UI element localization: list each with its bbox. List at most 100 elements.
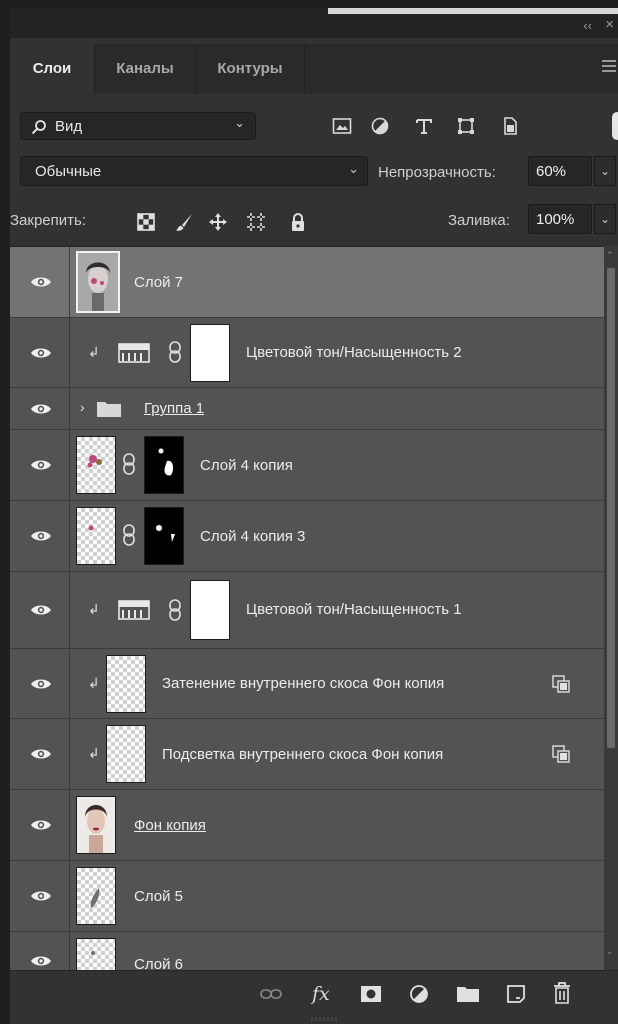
layer-row[interactable]: Слой 7 xyxy=(10,247,604,318)
layer-name[interactable]: Затенение внутреннего скоса Фон копия xyxy=(162,675,444,692)
visibility-toggle[interactable] xyxy=(10,719,70,789)
mask-image xyxy=(158,448,174,476)
layer-thumbnail[interactable] xyxy=(76,507,116,565)
filter-kind-select[interactable]: Вид ⌄ xyxy=(20,112,256,140)
collapse-panel-button[interactable]: ‹‹ xyxy=(583,18,592,33)
flower-image xyxy=(87,455,102,468)
layer-mask-thumbnail[interactable] xyxy=(190,580,230,640)
layer-thumbnail[interactable] xyxy=(106,725,146,783)
lock-row: Закрепить: Заливка: 100% ⌄ xyxy=(10,202,618,238)
visibility-toggle[interactable] xyxy=(10,388,70,429)
hue-saturation-icon xyxy=(118,343,150,363)
visibility-toggle[interactable] xyxy=(10,861,70,931)
layer-name[interactable]: Группа 1 xyxy=(144,400,204,417)
layer-row[interactable]: ↲ Затенение внутреннего скоса Фон копия xyxy=(10,649,604,719)
visibility-toggle[interactable] xyxy=(10,649,70,718)
new-layer-icon[interactable] xyxy=(506,984,526,1004)
type-filter-icon[interactable] xyxy=(414,116,434,136)
layer-thumbnail[interactable] xyxy=(76,938,116,970)
fill-dropdown-button[interactable]: ⌄ xyxy=(594,204,616,234)
layer-group-row[interactable]: › Группа 1 xyxy=(10,388,604,430)
link-chain-icon[interactable] xyxy=(122,523,136,547)
layer-row[interactable]: ↲ Цветовой тон/Насыщенность 1 xyxy=(10,572,604,649)
eye-icon xyxy=(31,820,51,830)
visibility-toggle[interactable] xyxy=(10,790,70,860)
adjustment-filter-icon[interactable] xyxy=(370,116,390,136)
expand-chevron-icon[interactable]: › xyxy=(80,399,85,415)
opacity-label: Непрозрачность: xyxy=(378,164,496,181)
layer-thumbnail[interactable] xyxy=(106,655,146,713)
blend-mode-select[interactable]: Обычные ⌄ xyxy=(20,156,368,186)
image-filter-icon[interactable] xyxy=(332,116,352,136)
opacity-input[interactable]: 60% xyxy=(528,156,592,186)
layer-row[interactable]: Слой 5 xyxy=(10,861,604,932)
layer-name[interactable]: Слой 6 xyxy=(134,956,183,970)
visibility-toggle[interactable] xyxy=(10,932,70,970)
delete-layer-icon[interactable] xyxy=(552,982,572,1004)
link-layers-icon[interactable] xyxy=(260,987,282,1001)
layer-name[interactable]: Подсветка внутреннего скоса Фон копия xyxy=(162,746,443,763)
fx-icon[interactable]: fx xyxy=(312,983,330,1005)
flower-image xyxy=(88,525,94,531)
visibility-toggle[interactable] xyxy=(10,430,70,500)
fill-input[interactable]: 100% xyxy=(528,204,592,234)
visibility-toggle[interactable] xyxy=(10,572,70,648)
opacity-dropdown-button[interactable]: ⌄ xyxy=(594,156,616,186)
brush-stroke-image xyxy=(90,888,100,908)
lock-all-icon[interactable] xyxy=(288,212,308,232)
filter-toggle-switch[interactable] xyxy=(612,112,618,140)
close-panel-button[interactable]: × xyxy=(605,16,614,33)
layer-name[interactable]: Слой 5 xyxy=(134,888,183,905)
add-mask-icon[interactable] xyxy=(360,985,382,1003)
layer-name[interactable]: Слой 4 копия xyxy=(200,457,293,474)
layer-mask-thumbnail[interactable] xyxy=(190,324,230,382)
layer-row[interactable]: Слой 4 копия 3 xyxy=(10,501,604,572)
resize-grip[interactable] xyxy=(310,1016,340,1022)
lock-transparent-pixels-icon[interactable] xyxy=(136,212,156,232)
smart-object-filter-icon[interactable] xyxy=(500,116,520,136)
tab-channels[interactable]: Каналы xyxy=(95,44,195,94)
layers-panel: ‹‹ × Слои Каналы Контуры Вид ⌄ Обычные ⌄… xyxy=(10,8,618,1024)
layer-name[interactable]: Цветовой тон/Насыщенность 1 xyxy=(246,601,462,618)
visibility-toggle[interactable] xyxy=(10,318,70,387)
layer-mask-thumbnail[interactable] xyxy=(144,507,184,565)
visibility-toggle[interactable] xyxy=(10,501,70,571)
brush-icon[interactable] xyxy=(174,212,194,232)
tab-paths[interactable]: Контуры xyxy=(196,44,304,94)
layer-row[interactable]: ↲ Цветовой тон/Насыщенность 2 xyxy=(10,318,604,388)
visibility-toggle[interactable] xyxy=(10,247,70,317)
lock-artboard-icon[interactable] xyxy=(246,212,266,232)
scroll-up-arrow-icon[interactable]: ⌃ xyxy=(606,250,614,261)
layer-thumbnail[interactable] xyxy=(76,867,116,925)
layer-name[interactable]: Цветовой тон/Насыщенность 2 xyxy=(246,344,462,361)
move-icon[interactable] xyxy=(208,212,228,232)
portrait-thumbnail[interactable] xyxy=(76,796,116,854)
portrait-thumbnail[interactable] xyxy=(76,251,120,313)
new-group-icon[interactable] xyxy=(456,985,480,1003)
layer-name[interactable]: Слой 4 копия 3 xyxy=(200,528,305,545)
layer-row[interactable]: Слой 6 xyxy=(10,932,604,970)
tab-layers[interactable]: Слои xyxy=(10,44,94,94)
layer-name[interactable]: Слой 7 xyxy=(134,274,183,291)
layer-row[interactable]: Фон копия xyxy=(10,790,604,861)
layer-mask-thumbnail[interactable] xyxy=(144,436,184,494)
link-chain-icon[interactable] xyxy=(168,598,182,622)
layers-scrollbar[interactable]: ⌃ ⌄ xyxy=(604,246,618,970)
layer-thumbnail[interactable] xyxy=(76,436,116,494)
blend-mode-value: Обычные xyxy=(35,163,102,180)
chevron-down-icon: ⌄ xyxy=(234,115,245,130)
portrait-image xyxy=(77,797,115,853)
new-adjustment-icon[interactable] xyxy=(408,983,430,1005)
panel-menu-icon[interactable] xyxy=(602,60,616,74)
search-icon xyxy=(31,120,46,135)
shape-filter-icon[interactable] xyxy=(456,116,476,136)
link-chain-icon[interactable] xyxy=(168,340,182,364)
layer-row[interactable]: ↲ Подсветка внутреннего скоса Фон копия xyxy=(10,719,604,790)
layer-row[interactable]: Слой 4 копия xyxy=(10,430,604,501)
link-chain-icon[interactable] xyxy=(122,452,136,476)
eye-icon xyxy=(31,605,51,615)
scrollbar-thumb[interactable] xyxy=(607,268,615,748)
eye-icon xyxy=(31,277,51,287)
layer-name[interactable]: Фон копия xyxy=(134,817,206,834)
scroll-down-arrow-icon[interactable]: ⌄ xyxy=(606,946,614,957)
